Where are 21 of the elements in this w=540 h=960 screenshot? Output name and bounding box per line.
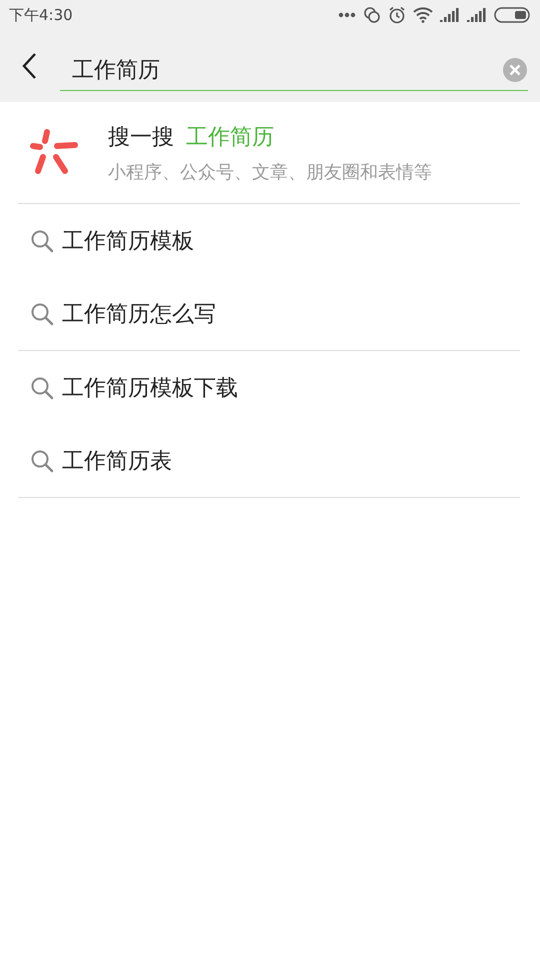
alarm-icon <box>388 6 406 24</box>
rings-icon <box>363 6 381 24</box>
more-dots-icon <box>338 12 356 18</box>
suggestion-item[interactable]: 工作简历模板下载 <box>18 351 520 424</box>
signal-icon <box>440 8 460 22</box>
souyisou-label: 搜一搜 <box>108 124 174 152</box>
souyisou-subtitle: 小程序、公众号、文章、朋友圈和表情等 <box>108 160 432 184</box>
wifi-icon <box>413 7 433 23</box>
query-text: 工作简历 <box>186 124 274 152</box>
search-input[interactable]: 工作简历 <box>72 54 502 84</box>
suggestion-item[interactable]: 工作简历表 <box>18 424 520 497</box>
status-time: 下午4:30 <box>9 6 73 24</box>
suggestion-item[interactable]: 工作简历怎么写 <box>18 277 520 350</box>
souyisou-item[interactable]: 搜一搜 工作简历 小程序、公众号、文章、朋友圈和表情等 <box>18 102 520 204</box>
suggestion-item[interactable]: 工作简历模板 <box>18 204 520 277</box>
search-icon <box>30 302 54 326</box>
search-icon <box>30 228 54 252</box>
search-icon <box>30 448 54 472</box>
battery-icon <box>494 7 530 23</box>
signal-icon <box>467 8 487 22</box>
search-icon <box>30 376 54 400</box>
